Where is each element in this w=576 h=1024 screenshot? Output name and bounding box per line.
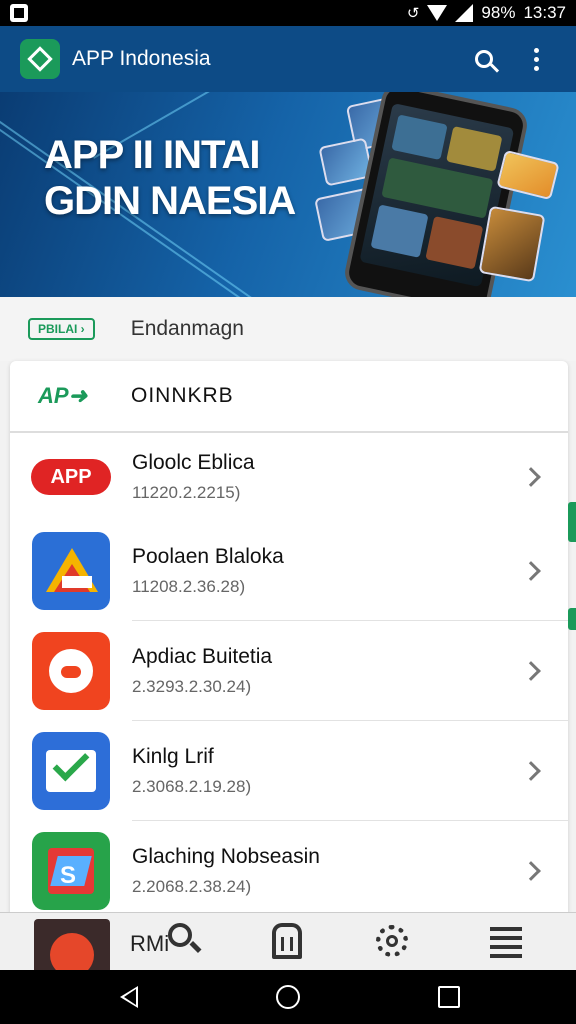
vibrate-icon: ↺ bbox=[406, 5, 420, 22]
list-item[interactable]: Kinlg Lrif 2.3068.2.19.28) bbox=[10, 721, 568, 821]
hamburger-menu-icon bbox=[490, 927, 522, 958]
nav-search-button[interactable] bbox=[168, 923, 202, 954]
recent-apps-icon[interactable] bbox=[438, 986, 460, 1008]
check-envelope-icon bbox=[32, 732, 110, 810]
item-meta: 2.3068.2.19.28) bbox=[132, 777, 252, 796]
wifi-icon bbox=[427, 5, 448, 21]
card-heading: OINNKRB bbox=[131, 384, 234, 407]
signal-icon bbox=[455, 4, 474, 22]
search-icon bbox=[168, 923, 202, 954]
category-row[interactable]: PBILAI › Endanmagn bbox=[0, 297, 576, 361]
battery-percent: 98% bbox=[481, 3, 516, 22]
search-button[interactable] bbox=[464, 39, 504, 79]
app-list-card: AP➜ OINNKRB APP Gloolc Eblica 11220.2.22… bbox=[10, 361, 568, 921]
drive-triangle-icon bbox=[32, 532, 110, 610]
chevron-right-icon[interactable] bbox=[521, 467, 541, 487]
chevron-right-icon[interactable] bbox=[521, 861, 541, 881]
shield-s-icon: S bbox=[32, 832, 110, 910]
gear-icon bbox=[376, 925, 408, 957]
list-item[interactable]: S Glaching Nobseasin 2.2068.2.38.24) bbox=[10, 821, 568, 921]
app-pill-icon: APP bbox=[31, 459, 111, 495]
card-header: AP➜ OINNKRB bbox=[10, 361, 568, 433]
more-vert-icon bbox=[533, 47, 539, 71]
app-title: APP Indonesia bbox=[72, 47, 211, 70]
status-bar: ↺ 98% 13:37 bbox=[0, 0, 576, 26]
item-name: Kinlg Lrif bbox=[132, 745, 214, 768]
building-icon bbox=[272, 923, 302, 959]
floating-card-image bbox=[478, 205, 546, 283]
chevron-right-icon[interactable] bbox=[521, 561, 541, 581]
clock: 13:37 bbox=[523, 3, 566, 22]
overflow-menu-button[interactable] bbox=[516, 39, 556, 79]
system-navigation-bar bbox=[0, 970, 576, 1024]
nav-library-button[interactable] bbox=[272, 923, 302, 959]
pig-face-icon bbox=[32, 632, 110, 710]
item-meta: 11208.2.36.28) bbox=[132, 577, 246, 596]
item-name: Poolaen Blaloka bbox=[132, 545, 284, 568]
item-meta: 11220.2.2215) bbox=[132, 483, 241, 502]
item-meta: 2.2068.2.38.24) bbox=[132, 877, 252, 896]
bottom-navigation: RMi bbox=[0, 912, 576, 977]
chevron-right-icon[interactable] bbox=[521, 761, 541, 781]
home-icon[interactable] bbox=[276, 985, 300, 1009]
list-item[interactable]: Poolaen Blaloka 11208.2.36.28) bbox=[10, 521, 568, 621]
category-badge[interactable]: PBILAI › bbox=[28, 318, 95, 340]
item-name: Gloolc Eblica bbox=[132, 451, 255, 474]
now-playing-thumbnail[interactable] bbox=[34, 919, 110, 977]
scroll-indicator[interactable] bbox=[568, 502, 576, 542]
app-bar: APP Indonesia bbox=[0, 26, 576, 92]
category-label: Endanmagn bbox=[130, 317, 244, 340]
banner-title: APP II INTAI GDIN NAESIA bbox=[44, 133, 296, 223]
nav-label: RMi bbox=[130, 931, 170, 956]
item-meta: 2.3293.2.30.24) bbox=[132, 677, 252, 696]
back-icon[interactable] bbox=[120, 986, 138, 1008]
card-brand: AP➜ bbox=[38, 383, 87, 408]
list-item[interactable]: Apdiac Buitetia 2.3293.2.30.24) bbox=[10, 621, 568, 721]
app-logo-icon bbox=[20, 39, 60, 79]
nav-menu-button[interactable] bbox=[490, 927, 522, 958]
promo-banner[interactable]: APP II INTAI GDIN NAESIA bbox=[0, 92, 576, 297]
list-item[interactable]: APP Gloolc Eblica 11220.2.2215) bbox=[10, 433, 568, 521]
nav-settings-button[interactable] bbox=[376, 925, 408, 957]
search-icon bbox=[475, 50, 493, 68]
item-name: Glaching Nobseasin bbox=[132, 845, 320, 868]
item-name: Apdiac Buitetia bbox=[132, 645, 273, 668]
chevron-right-icon[interactable] bbox=[521, 661, 541, 681]
scroll-indicator[interactable] bbox=[568, 608, 576, 630]
notification-app-icon bbox=[10, 4, 28, 22]
